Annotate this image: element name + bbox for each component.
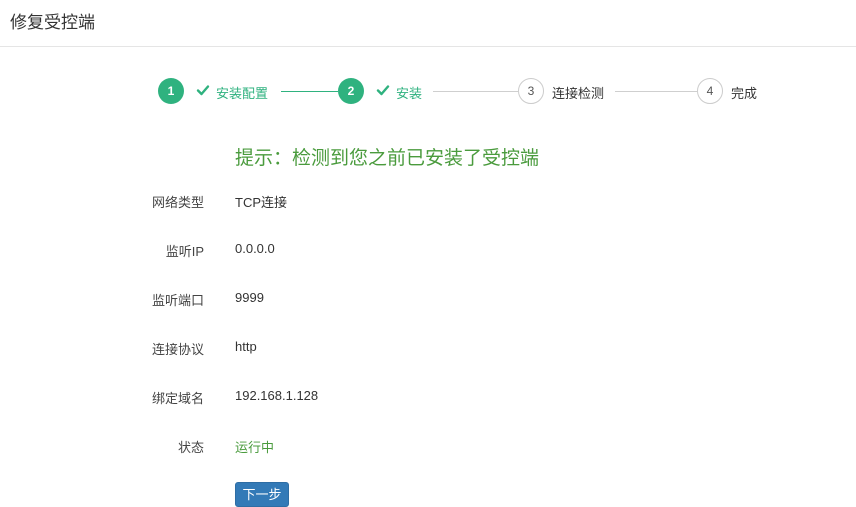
step-1-label: 安装配置 <box>216 86 269 101</box>
listen-ip-label: 监听IP <box>165 244 204 259</box>
protocol-value: http <box>235 339 257 354</box>
status-value: 运行中 <box>235 440 275 455</box>
step-3-label: 连接检测 <box>552 86 605 101</box>
page-header: 修复受控端 <box>0 0 856 47</box>
step-1-check-icon <box>196 85 210 96</box>
step-1-connector <box>281 91 338 92</box>
next-step-button[interactable]: 下一步 <box>235 482 289 507</box>
step-1-circle: 1 <box>158 78 184 104</box>
step-3-circle: 3 <box>518 78 544 104</box>
listen-ip-value: 0.0.0.0 <box>235 241 275 256</box>
network-type-label: 网络类型 <box>151 195 204 210</box>
step-2-circle: 2 <box>338 78 364 104</box>
step-4-label: 完成 <box>731 86 758 101</box>
protocol-label: 连接协议 <box>151 342 204 357</box>
progress-steps: 1 安装配置 2 安装 3 连接检测 4 完成 <box>0 75 856 105</box>
bound-domain-label: 绑定域名 <box>151 391 204 406</box>
step-4-circle: 4 <box>697 78 723 104</box>
page-title: 修复受控端 <box>10 13 95 32</box>
install-notice: 提示：检测到您之前已安装了受控端 <box>235 148 540 169</box>
step-2-check-icon <box>376 85 390 96</box>
network-type-value: TCP连接 <box>235 195 288 210</box>
step-2-connector <box>433 91 518 92</box>
status-label: 状态 <box>177 440 204 455</box>
bound-domain-value: 192.168.1.128 <box>235 388 319 403</box>
listen-port-value: 9999 <box>235 290 264 305</box>
listen-port-label: 监听端口 <box>151 293 204 308</box>
step-3-connector <box>615 91 697 92</box>
step-2-label: 安装 <box>396 86 423 101</box>
